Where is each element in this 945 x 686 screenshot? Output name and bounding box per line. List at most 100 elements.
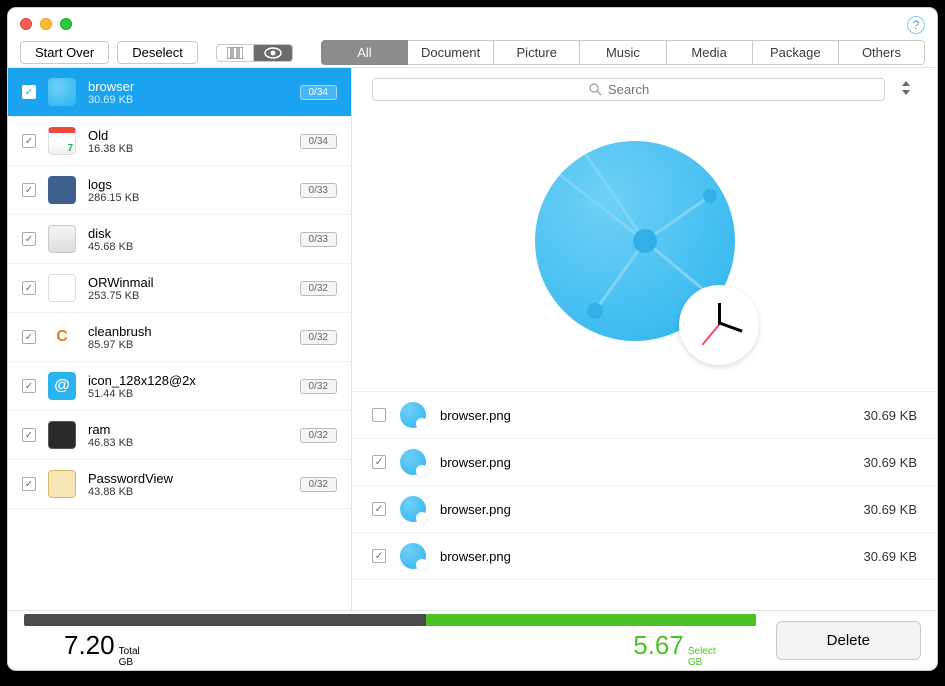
file-row[interactable]: ✓browser.png30.69 KB xyxy=(352,439,937,486)
selected-storage-stat: 5.67 SelectGB xyxy=(633,630,715,668)
checkbox[interactable]: ✓ xyxy=(22,281,36,295)
sidebar-item-labels: browser30.69 KB xyxy=(88,79,288,106)
checkbox[interactable]: ✓ xyxy=(22,379,36,393)
checkbox[interactable]: ✓ xyxy=(22,428,36,442)
sidebar-item-labels: disk45.68 KB xyxy=(88,226,288,253)
checkbox[interactable]: ✓ xyxy=(22,477,36,491)
tab-music[interactable]: Music xyxy=(580,40,666,65)
sidebar-item[interactable]: ✓ PasswordView43.88 KB 0/32 xyxy=(8,460,351,509)
checkbox[interactable]: ✓ xyxy=(22,134,36,148)
pwd-icon xyxy=(48,470,76,498)
sidebar-item-size: 46.83 KB xyxy=(88,437,288,449)
sidebar-item-name: icon_128x128@2x xyxy=(88,373,288,388)
columns-icon xyxy=(227,47,243,59)
sidebar-item-name: logs xyxy=(88,177,288,192)
doc-icon xyxy=(48,274,76,302)
disk-icon xyxy=(48,225,76,253)
file-row[interactable]: ✓ browser.png 30.69 KB xyxy=(352,486,937,533)
file-row[interactable]: browser.png30.69 KB xyxy=(352,392,937,439)
preview-image xyxy=(535,141,755,361)
list-view-button[interactable] xyxy=(216,44,254,62)
cal-icon xyxy=(48,127,76,155)
count-badge: 0/32 xyxy=(300,477,337,492)
start-over-button[interactable]: Start Over xyxy=(20,41,109,64)
sidebar-item-name: Old xyxy=(88,128,288,143)
tab-document[interactable]: Document xyxy=(408,40,494,65)
logs-icon xyxy=(48,176,76,204)
close-window-button[interactable] xyxy=(20,18,32,30)
minimize-window-button[interactable] xyxy=(40,18,52,30)
sidebar-item-labels: PasswordView43.88 KB xyxy=(88,471,288,498)
main-panel: browser.png30.69 KB✓browser.png30.69 KB✓… xyxy=(352,68,937,610)
checkbox[interactable] xyxy=(372,408,386,422)
sidebar-item[interactable]: ✓Ccleanbrush85.97 KB0/32 xyxy=(8,313,351,362)
tab-media[interactable]: Media xyxy=(667,40,753,65)
file-row[interactable]: ✓browser.png30.69 KB xyxy=(352,533,937,580)
file-size: 30.69 KB xyxy=(864,549,918,564)
checkbox[interactable]: ✓ xyxy=(372,455,386,469)
storage-progress-fill xyxy=(426,614,755,626)
sidebar-item-labels: logs286.15 KB xyxy=(88,177,288,204)
app-window: ? Start Over Deselect AllDocumentPicture… xyxy=(8,8,937,670)
eye-icon xyxy=(264,47,282,59)
file-size: 30.69 KB xyxy=(864,502,918,517)
checkbox[interactable]: ✓ xyxy=(22,85,36,99)
sidebar-item-labels: cleanbrush85.97 KB xyxy=(88,324,288,351)
help-icon[interactable]: ? xyxy=(907,16,925,34)
sidebar-item[interactable]: ✓ Old16.38 KB 0/34 xyxy=(8,117,351,166)
preview-view-button[interactable] xyxy=(254,44,293,62)
tab-picture[interactable]: Picture xyxy=(494,40,580,65)
sidebar-item[interactable]: ✓disk45.68 KB0/33 xyxy=(8,215,351,264)
selected-value: 5.67 xyxy=(633,630,684,661)
ram-icon xyxy=(48,421,76,449)
checkbox[interactable]: ✓ xyxy=(22,183,36,197)
count-badge: 0/32 xyxy=(300,379,337,394)
sidebar-item-name: cleanbrush xyxy=(88,324,288,339)
deselect-button[interactable]: Deselect xyxy=(117,41,198,64)
sidebar-item[interactable]: ✓@icon_128x128@2x51.44 KB0/32 xyxy=(8,362,351,411)
checkbox[interactable]: ✓ xyxy=(372,502,386,516)
count-badge: 0/34 xyxy=(300,134,337,149)
file-name: browser.png xyxy=(440,455,850,470)
zoom-window-button[interactable] xyxy=(60,18,72,30)
search-box[interactable] xyxy=(372,78,885,101)
sidebar-item-size: 16.38 KB xyxy=(88,143,288,155)
globe-icon xyxy=(400,402,426,428)
file-name: browser.png xyxy=(440,502,850,517)
total-storage-stat: 7.20 TotalGB xyxy=(64,630,140,668)
file-list[interactable]: browser.png30.69 KB✓browser.png30.69 KB✓… xyxy=(352,391,937,610)
globe-icon xyxy=(48,78,76,106)
sidebar-item-labels: icon_128x128@2x51.44 KB xyxy=(88,373,288,400)
sidebar-item-labels: Old16.38 KB xyxy=(88,128,288,155)
sidebar-item[interactable]: ✓ ram46.83 KB 0/32 xyxy=(8,411,351,460)
checkbox[interactable]: ✓ xyxy=(372,549,386,563)
tab-all[interactable]: All xyxy=(321,40,408,65)
checkbox[interactable]: ✓ xyxy=(22,330,36,344)
sidebar-item-name: PasswordView xyxy=(88,471,288,486)
clock-icon xyxy=(679,285,759,365)
sidebar-item[interactable]: ✓browser30.69 KB0/34 xyxy=(8,68,351,117)
sidebar-item-labels: ram46.83 KB xyxy=(88,422,288,449)
filter-tabs: AllDocumentPictureMusicMediaPackageOther… xyxy=(321,40,925,65)
sidebar-list[interactable]: ✓browser30.69 KB0/34✓Old16.38 KB0/34✓log… xyxy=(8,68,352,610)
tab-others[interactable]: Others xyxy=(839,40,925,65)
sidebar-item[interactable]: ✓ORWinmail253.75 KB0/32 xyxy=(8,264,351,313)
count-badge: 0/32 xyxy=(300,281,337,296)
checkbox[interactable]: ✓ xyxy=(22,232,36,246)
sort-button[interactable] xyxy=(895,81,917,98)
sidebar-item-name: ram xyxy=(88,422,288,437)
sidebar-item-name: browser xyxy=(88,79,288,94)
sidebar-item-size: 43.88 KB xyxy=(88,486,288,498)
delete-button[interactable]: Delete xyxy=(776,621,921,660)
sidebar-item-name: disk xyxy=(88,226,288,241)
tab-package[interactable]: Package xyxy=(753,40,839,65)
total-value: 7.20 xyxy=(64,630,115,661)
content-area: ✓browser30.69 KB0/34✓Old16.38 KB0/34✓log… xyxy=(8,68,937,610)
count-badge: 0/32 xyxy=(300,428,337,443)
selected-unit: SelectGB xyxy=(688,646,716,668)
sidebar-item-name: ORWinmail xyxy=(88,275,288,290)
sidebar-item-size: 286.15 KB xyxy=(88,192,288,204)
sidebar-item[interactable]: ✓logs286.15 KB0/33 xyxy=(8,166,351,215)
globe-icon xyxy=(400,543,426,569)
search-input[interactable] xyxy=(608,82,668,97)
